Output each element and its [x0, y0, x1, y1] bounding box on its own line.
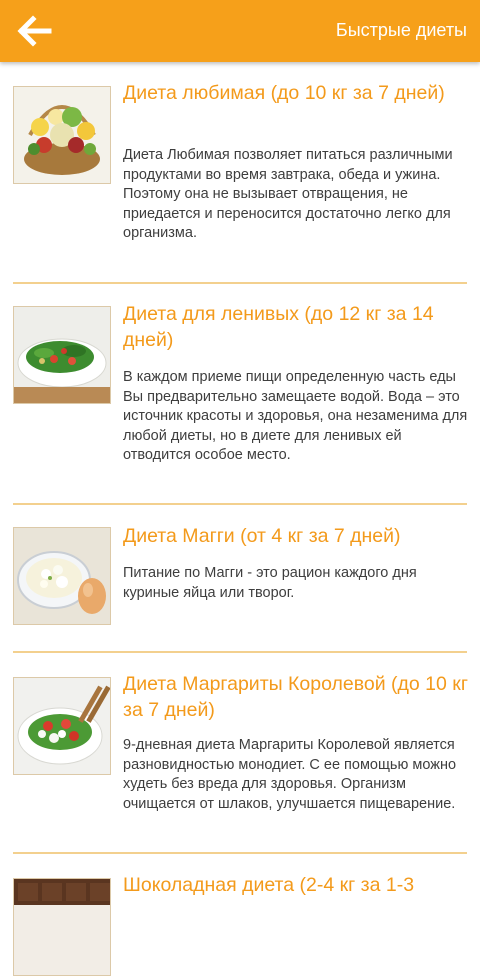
fruit-basket-image	[13, 86, 111, 184]
app-bar: Быстрые диеты	[0, 0, 480, 62]
diet-title: Диета Магги (от 4 кг за 7 дней)	[123, 525, 401, 547]
list-item[interactable]: Диета Магги (от 4 кг за 7 дней) Питание …	[0, 505, 480, 652]
salad-plate-image	[13, 306, 111, 404]
caprese-salad-image	[13, 677, 111, 775]
back-button[interactable]	[8, 6, 60, 56]
diet-title: Диета любимая (до 10 кг за 7 дней)	[123, 82, 445, 104]
diet-title: Шоколадная диета (2-4 кг за 1-3	[123, 874, 415, 896]
arrow-left-icon	[17, 15, 52, 47]
diet-title: Диета Маргариты Королевой (до 10 кг за 7…	[123, 673, 468, 721]
diet-title: Диета для ленивых (до 12 кг за 14 дней)	[123, 303, 434, 351]
list-item[interactable]: Диета для ленивых (до 12 кг за 14 дней) …	[0, 284, 480, 504]
list-item[interactable]: Диета любимая (до 10 кг за 7 дней) Диета…	[0, 62, 480, 284]
diet-description: Диета Любимая позволяет питаться различн…	[123, 147, 453, 241]
cottage-cheese-egg-image	[13, 527, 111, 625]
diet-description: В каждом приеме пищи определенную часть …	[123, 369, 468, 463]
diet-description: Питание по Магги - это рацион каждого дн…	[123, 565, 417, 601]
list-item[interactable]: Диета Маргариты Королевой (до 10 кг за 7…	[0, 653, 480, 853]
toolbar-title: Быстрые диеты	[335, 20, 467, 40]
diet-description: 9-дневная диета Маргариты Королевой явля…	[123, 737, 457, 812]
chocolate-bar-image	[13, 878, 111, 976]
list-item[interactable]: Шоколадная диета (2-4 кг за 1-3	[0, 854, 480, 976]
